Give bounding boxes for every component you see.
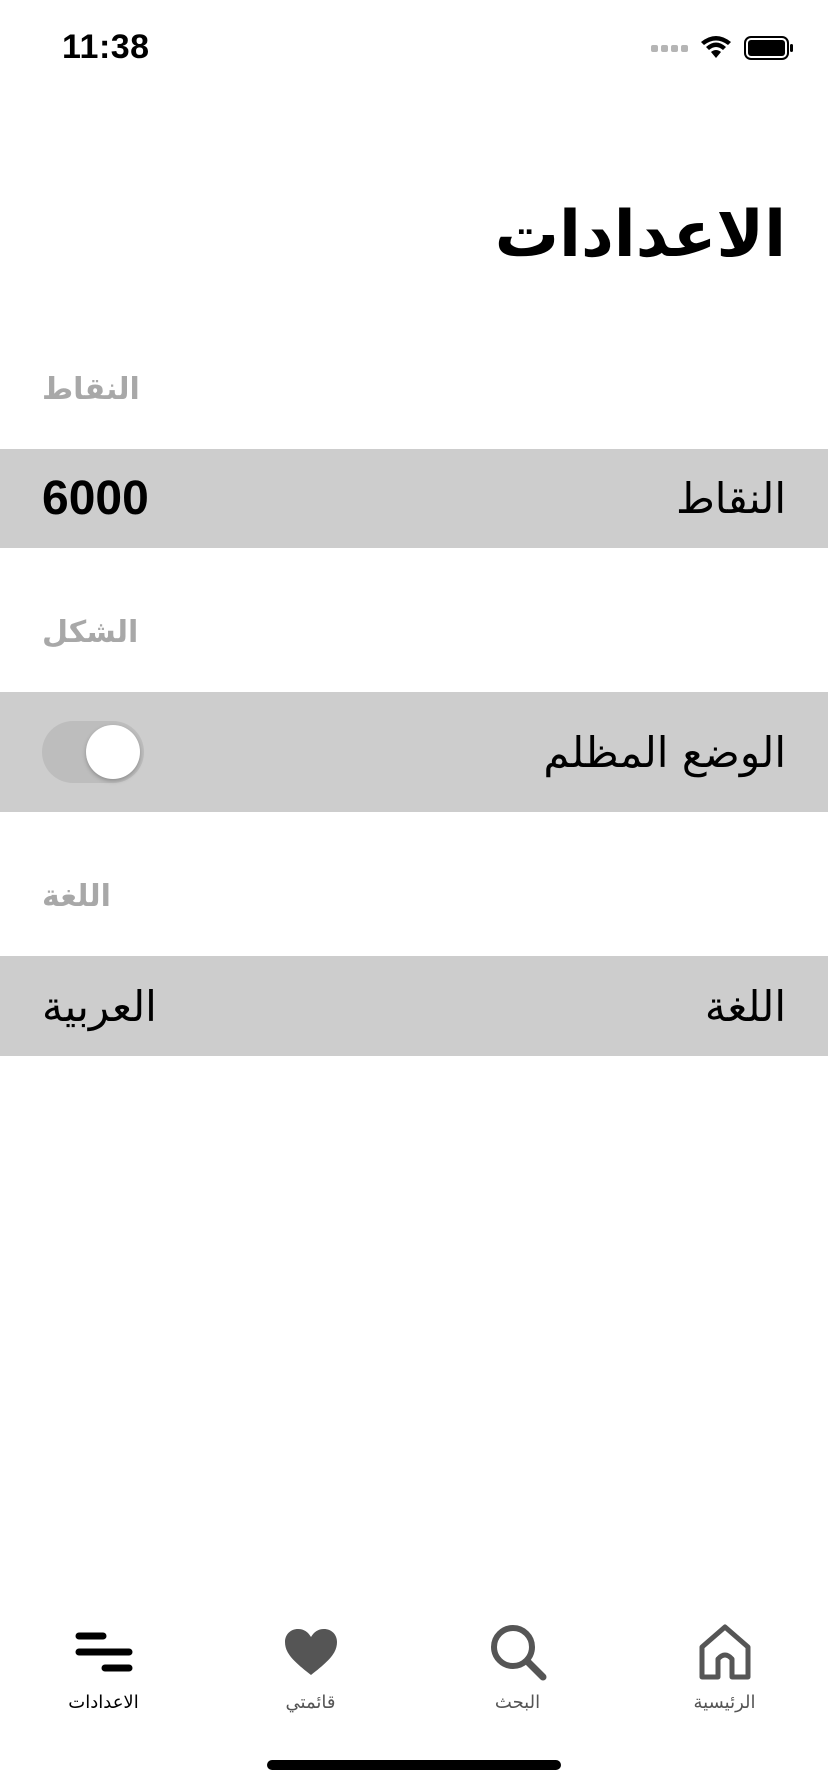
- points-label: النقاط: [675, 474, 786, 523]
- tab-home[interactable]: الرئيسية: [645, 1620, 805, 1713]
- tab-my-list[interactable]: قائمتي: [231, 1620, 391, 1713]
- status-time: 11:38: [62, 28, 150, 66]
- dark-mode-toggle[interactable]: [42, 721, 144, 783]
- heart-icon: [279, 1620, 343, 1684]
- settings-lines-icon: [72, 1620, 136, 1684]
- search-icon: [486, 1620, 550, 1684]
- tab-my-list-label: قائمتي: [285, 1692, 336, 1713]
- status-icons: [651, 36, 794, 60]
- tab-home-label: الرئيسية: [693, 1692, 756, 1713]
- section-header-points: النقاط: [42, 372, 140, 407]
- tab-search[interactable]: البحث: [438, 1620, 598, 1713]
- wifi-icon: [701, 36, 731, 58]
- tab-bar: الاعدادات قائمتي البحث الرئيسية: [0, 1620, 828, 1730]
- language-label: اللغة: [704, 981, 786, 1031]
- toggle-knob: [86, 725, 140, 779]
- cellular-signal-icon: [651, 44, 688, 52]
- home-indicator: [267, 1760, 561, 1770]
- tab-settings[interactable]: الاعدادات: [24, 1620, 184, 1713]
- section-header-appearance: الشكل: [42, 615, 139, 650]
- dark-mode-row: الوضع المظلم: [0, 692, 828, 812]
- language-value: العربية: [42, 981, 157, 1031]
- dark-mode-label: الوضع المظلم: [543, 727, 786, 777]
- status-bar: 11:38: [0, 0, 828, 100]
- home-icon: [693, 1620, 757, 1684]
- tab-search-label: البحث: [494, 1692, 541, 1713]
- section-header-language: اللغة: [42, 879, 111, 914]
- points-row: 6000 النقاط: [0, 449, 828, 548]
- battery-icon: [744, 36, 793, 60]
- points-value: 6000: [42, 472, 149, 525]
- tab-settings-label: الاعدادات: [68, 1692, 139, 1713]
- page-title: الاعدادات: [494, 198, 786, 272]
- language-row[interactable]: العربية اللغة: [0, 956, 828, 1056]
